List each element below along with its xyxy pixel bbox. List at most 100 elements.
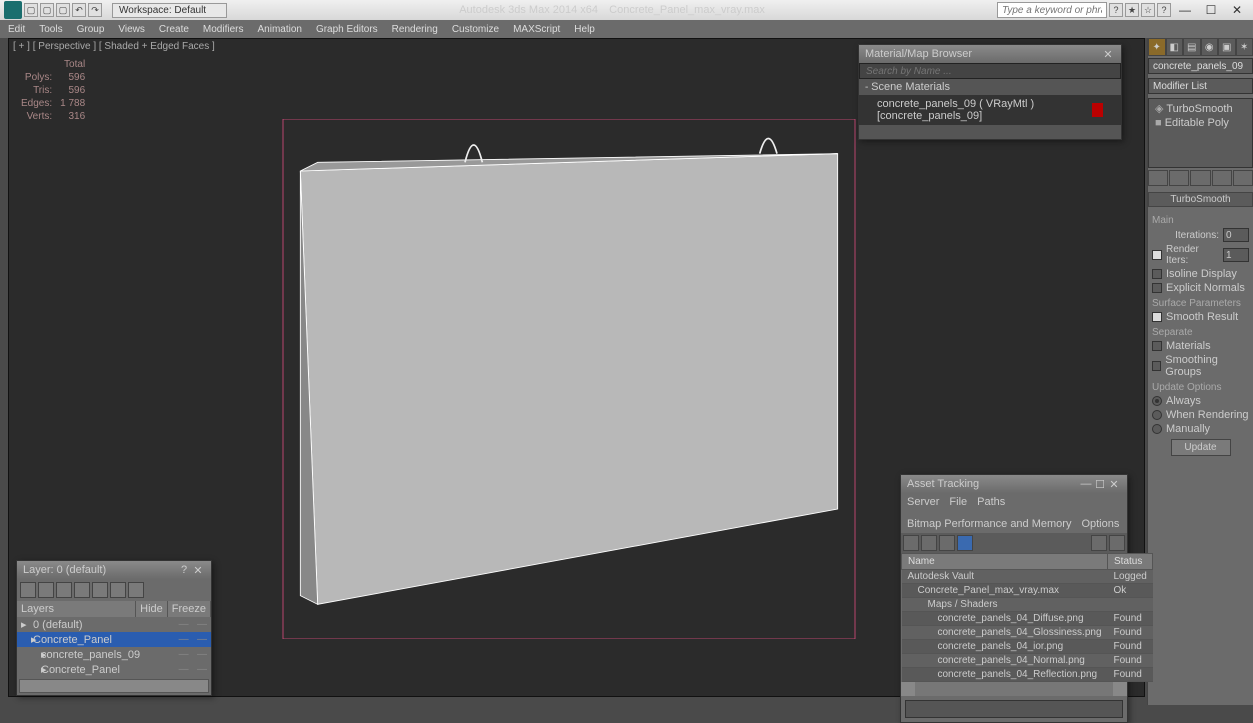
layer-row[interactable]: ▸Concrete_Panel— —	[17, 662, 211, 677]
config-mod-icon[interactable]	[1233, 170, 1253, 186]
new-icon[interactable]: ▢	[24, 3, 38, 17]
layer-row[interactable]: ▸Concrete_Panel— —	[17, 632, 211, 647]
asset-tb2-icon[interactable]	[921, 535, 937, 551]
modifier-turbosmooth[interactable]: ◈ TurboSmooth	[1151, 101, 1250, 116]
help2-icon[interactable]: ?	[1157, 3, 1171, 17]
menu-group[interactable]: Group	[77, 24, 105, 35]
show-end-icon[interactable]	[1169, 170, 1189, 186]
tab-create-icon[interactable]: ✦	[1148, 38, 1166, 56]
menu-maxscript[interactable]: MAXScript	[513, 24, 560, 35]
tab-hierarchy-icon[interactable]: ▤	[1183, 38, 1201, 56]
menu-animation[interactable]: Animation	[257, 24, 301, 35]
menu-modifiers[interactable]: Modifiers	[203, 24, 244, 35]
asset-col-status[interactable]: Status	[1108, 554, 1153, 570]
layers-help-icon[interactable]: ?	[177, 564, 191, 576]
sep-materials-checkbox[interactable]	[1152, 341, 1162, 351]
asset-menu-bitmap[interactable]: Bitmap Performance and Memory	[907, 518, 1071, 530]
object-name-input[interactable]	[1148, 58, 1253, 74]
help-icon[interactable]: ?	[1109, 3, 1123, 17]
layer-new-icon[interactable]	[20, 582, 36, 598]
render-iters-spinner[interactable]	[1223, 248, 1249, 262]
asset-row[interactable]: concrete_panels_04_ior.pngFound	[902, 640, 1153, 654]
asset-scroll-left-icon[interactable]	[901, 682, 915, 696]
redo-icon[interactable]: ↷	[88, 3, 102, 17]
maximize-button[interactable]: ☐	[1199, 2, 1223, 18]
update-always-radio[interactable]	[1152, 396, 1162, 406]
menu-grapheditors[interactable]: Graph Editors	[316, 24, 378, 35]
viewport-label[interactable]: [ + ] [ Perspective ] [ Shaded + Edged F…	[13, 41, 215, 52]
layer-freeze-icon[interactable]	[128, 582, 144, 598]
layer-add-icon[interactable]	[56, 582, 72, 598]
smooth-result-checkbox[interactable]	[1152, 312, 1162, 322]
menu-create[interactable]: Create	[159, 24, 189, 35]
asset-row[interactable]: Autodesk VaultLogged	[902, 570, 1153, 584]
material-search-input[interactable]	[859, 63, 1121, 79]
remove-mod-icon[interactable]	[1212, 170, 1232, 186]
asset-col-name[interactable]: Name	[902, 554, 1108, 570]
rollout-title[interactable]: TurboSmooth	[1148, 192, 1253, 207]
asset-menu-server[interactable]: Server	[907, 496, 939, 508]
asset-status-input[interactable]	[905, 700, 1123, 718]
tab-modify-icon[interactable]: ◧	[1166, 38, 1184, 56]
modifier-list-dropdown[interactable]	[1148, 78, 1253, 94]
asset-max-icon[interactable]: ☐	[1093, 478, 1107, 491]
menu-customize[interactable]: Customize	[452, 24, 499, 35]
update-render-radio[interactable]	[1152, 410, 1162, 420]
col-freeze[interactable]: Freeze	[168, 601, 211, 617]
menu-help[interactable]: Help	[574, 24, 595, 35]
menu-rendering[interactable]: Rendering	[392, 24, 438, 35]
asset-menu-options[interactable]: Options	[1081, 518, 1119, 530]
asset-row[interactable]: concrete_panels_04_Diffuse.pngFound	[902, 612, 1153, 626]
update-manual-radio[interactable]	[1152, 424, 1162, 434]
scene-materials-header[interactable]: - Scene Materials	[859, 79, 1121, 95]
asset-row[interactable]: Concrete_Panel_max_vray.maxOk	[902, 584, 1153, 598]
material-browser-close-icon[interactable]: ✕	[1101, 48, 1115, 61]
workspace-dropdown[interactable]: Workspace: Default	[112, 3, 227, 18]
asset-row[interactable]: concrete_panels_04_Reflection.pngFound	[902, 668, 1153, 682]
modifier-stack[interactable]: ◈ TurboSmooth ■ Editable Poly	[1148, 98, 1253, 168]
open-icon[interactable]: ▢	[40, 3, 54, 17]
asset-tb5-icon[interactable]	[1091, 535, 1107, 551]
col-layers[interactable]: Layers	[17, 601, 136, 617]
asset-min-icon[interactable]: —	[1079, 478, 1093, 490]
asset-scroll-right-icon[interactable]	[1113, 682, 1127, 696]
star-icon[interactable]: ★	[1125, 3, 1139, 17]
minimize-button[interactable]: —	[1173, 2, 1197, 18]
explicit-normals-checkbox[interactable]	[1152, 283, 1162, 293]
layers-close-icon[interactable]: ✕	[191, 564, 205, 577]
asset-row[interactable]: concrete_panels_04_Glossiness.pngFound	[902, 626, 1153, 640]
render-iters-checkbox[interactable]	[1152, 250, 1162, 260]
app-logo-icon[interactable]	[4, 1, 22, 19]
asset-tb3-icon[interactable]	[939, 535, 955, 551]
isoline-checkbox[interactable]	[1152, 269, 1162, 279]
undo-icon[interactable]: ↶	[72, 3, 86, 17]
help-search-input[interactable]	[997, 2, 1107, 18]
layer-hide-icon[interactable]	[110, 582, 126, 598]
asset-row[interactable]: concrete_panels_04_Normal.pngFound	[902, 654, 1153, 668]
tab-motion-icon[interactable]: ◉	[1201, 38, 1219, 56]
layer-row[interactable]: ▸0 (default)— —	[17, 617, 211, 632]
pin-stack-icon[interactable]	[1148, 170, 1168, 186]
iterations-spinner[interactable]	[1223, 228, 1249, 242]
asset-menu-paths[interactable]: Paths	[977, 496, 1005, 508]
asset-tb4-icon[interactable]	[957, 535, 973, 551]
layer-delete-icon[interactable]	[38, 582, 54, 598]
tab-display-icon[interactable]: ▣	[1218, 38, 1236, 56]
asset-row[interactable]: Maps / Shaders	[902, 598, 1153, 612]
menu-views[interactable]: Views	[118, 24, 145, 35]
star2-icon[interactable]: ☆	[1141, 3, 1155, 17]
menu-edit[interactable]: Edit	[8, 24, 25, 35]
material-item[interactable]: concrete_panels_09 ( VRayMtl ) [concrete…	[859, 95, 1121, 125]
make-unique-icon[interactable]	[1190, 170, 1210, 186]
asset-close-icon[interactable]: ✕	[1107, 478, 1121, 491]
asset-tb1-icon[interactable]	[903, 535, 919, 551]
save-icon[interactable]: ▢	[56, 3, 70, 17]
close-button[interactable]: ✕	[1225, 2, 1249, 18]
layers-scrollbar[interactable]	[19, 679, 209, 693]
asset-menu-file[interactable]: File	[949, 496, 967, 508]
tab-utilities-icon[interactable]: ✶	[1236, 38, 1253, 56]
layer-select-icon[interactable]	[74, 582, 90, 598]
layer-highlight-icon[interactable]	[92, 582, 108, 598]
asset-scrollbar[interactable]	[915, 682, 1113, 696]
asset-tb6-icon[interactable]	[1109, 535, 1125, 551]
